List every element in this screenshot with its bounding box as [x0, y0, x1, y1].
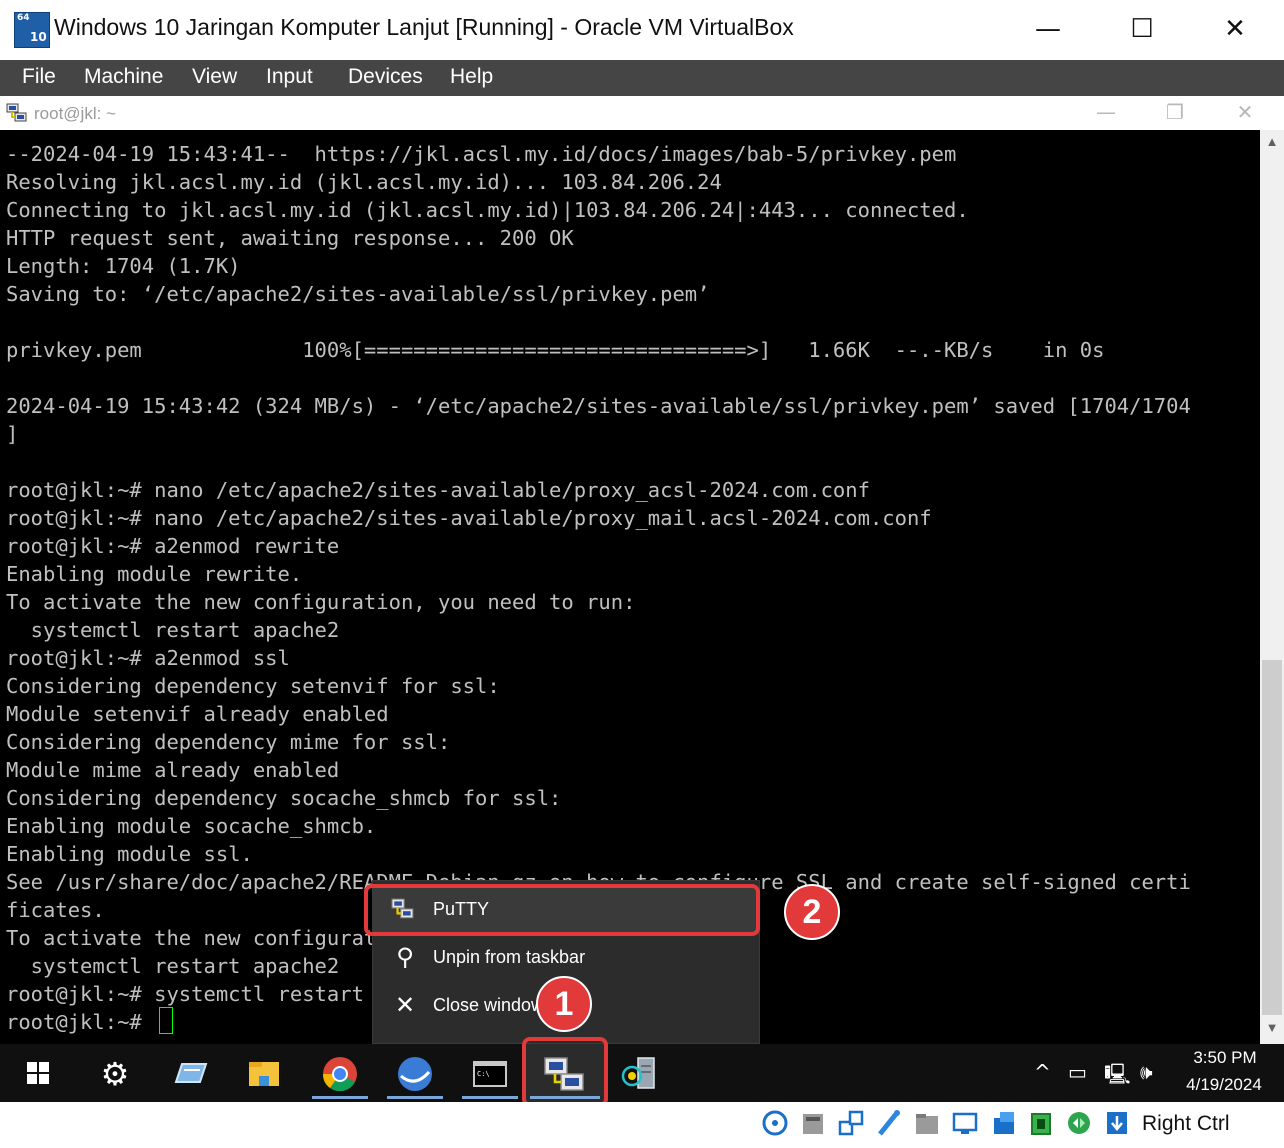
running-indicator	[387, 1096, 443, 1099]
host-key-label: Right Ctrl	[1142, 1112, 1230, 1135]
unpin-icon: ⚲	[396, 943, 414, 971]
close-icon: ✕	[394, 991, 416, 1019]
annotation-highlight-taskbar	[522, 1037, 608, 1107]
annotation-badge-1: 1	[536, 976, 592, 1032]
wireshark-icon[interactable]	[391, 1052, 439, 1096]
annotation-highlight-putty	[364, 884, 760, 936]
putty-title-bar: root@jkl: ~ — ❐ ✕	[0, 96, 1284, 130]
virtualbox-menubar: File Machine View Input Devices Help	[0, 60, 1284, 96]
settings-gear-icon[interactable]: ⚙	[91, 1052, 139, 1096]
putty-window-title: root@jkl: ~	[34, 104, 116, 123]
minimize-button[interactable]: —	[1028, 14, 1068, 44]
terminal-cursor	[159, 1007, 173, 1034]
putty-minimize-button[interactable]: —	[1086, 100, 1126, 124]
clock-time[interactable]: 3:50 PM	[1180, 1048, 1270, 1068]
annotation-badge-2: 2	[784, 884, 840, 940]
video-capture-status-icon[interactable]	[990, 1108, 1016, 1138]
battery-icon[interactable]: ▭	[1068, 1060, 1087, 1084]
clock-date[interactable]: 4/19/2024	[1176, 1075, 1272, 1095]
start-icon[interactable]	[14, 1052, 62, 1096]
window-title: Windows 10 Jaringan Komputer Lanjut [Run…	[54, 14, 794, 40]
menu-file[interactable]: File	[22, 65, 56, 89]
svg-text:C:\: C:\	[477, 1070, 490, 1078]
server-app-icon[interactable]	[616, 1052, 664, 1096]
network-icon[interactable]: 🖳	[1104, 1060, 1131, 1094]
running-indicator	[312, 1096, 368, 1099]
network-adapter-icon[interactable]	[166, 1052, 214, 1096]
guest-additions-status-icon[interactable]	[1066, 1108, 1092, 1138]
network-status-icon[interactable]	[838, 1108, 864, 1138]
maximize-button[interactable]: ☐	[1122, 14, 1162, 44]
putty-window-icon	[6, 103, 27, 122]
virtualbox-vm-icon: 64 10	[14, 12, 50, 48]
vm-icon-bits: 64	[17, 13, 30, 23]
putty-restore-button[interactable]: ❐	[1155, 100, 1195, 124]
running-indicator	[462, 1096, 518, 1099]
menu-machine[interactable]: Machine	[84, 65, 163, 89]
usb-status-icon[interactable]	[876, 1108, 902, 1138]
mouse-integration-status-icon[interactable]	[1104, 1108, 1130, 1138]
tray-overflow-chevron-icon[interactable]: ^	[1034, 1060, 1051, 1084]
chrome-icon[interactable]	[316, 1052, 364, 1096]
command-prompt-icon[interactable]: C:\	[466, 1052, 514, 1096]
jump-list-label: Unpin from taskbar	[433, 947, 586, 967]
virtualbox-title-bar: 64 10 Windows 10 Jaringan Komputer Lanju…	[0, 0, 1284, 60]
volume-icon[interactable]: 🕪	[1140, 1060, 1153, 1084]
scroll-up-arrow-icon[interactable]: ▲	[1260, 134, 1284, 149]
menu-input[interactable]: Input	[266, 65, 313, 89]
cpu-status-icon[interactable]	[1028, 1108, 1054, 1138]
scroll-down-arrow-icon[interactable]: ▼	[1260, 1020, 1284, 1035]
shared-folders-status-icon[interactable]	[914, 1108, 940, 1138]
close-button[interactable]: ✕	[1215, 14, 1255, 44]
jump-list-label: Close window	[433, 995, 545, 1015]
scrollbar-thumb[interactable]	[1262, 660, 1282, 1015]
file-explorer-icon[interactable]	[240, 1052, 288, 1096]
menu-devices[interactable]: Devices	[348, 65, 423, 89]
menu-help[interactable]: Help	[450, 65, 493, 89]
hard-disk-status-icon[interactable]	[762, 1108, 788, 1138]
display-status-icon[interactable]	[952, 1108, 978, 1138]
vm-icon-os: 10	[30, 30, 47, 44]
menu-view[interactable]: View	[192, 65, 237, 89]
optical-drive-status-icon[interactable]	[800, 1108, 826, 1138]
putty-close-button[interactable]: ✕	[1225, 100, 1265, 124]
